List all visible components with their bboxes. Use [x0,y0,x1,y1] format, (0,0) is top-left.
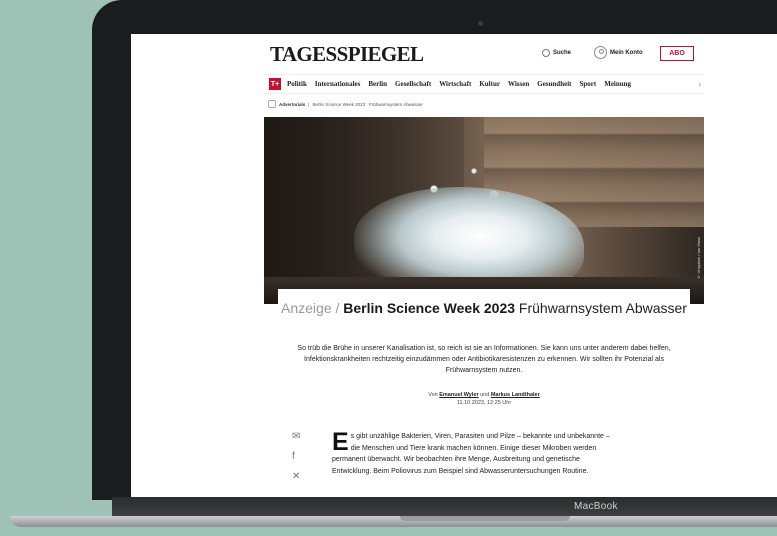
nav-item-politik[interactable]: Politik [287,80,307,88]
share-bar: ✉ f ✕ [292,432,304,492]
byline-and: und [480,392,490,398]
article-body: Es gibt unzählige Bakterien, Viren, Para… [332,428,618,477]
byline-prefix: Von [428,392,438,398]
article-card: Anzeige / Berlin Science Week 2023 Frühw… [278,289,690,497]
nav-item-berlin[interactable]: Berlin [368,80,387,88]
breadcrumb: Advertorials | Berlin Science Week 2023 … [268,100,423,108]
user-icon [594,46,607,59]
breadcrumb-section[interactable]: Advertorials [279,102,305,107]
nav-item-gesellschaft[interactable]: Gesellschaft [395,80,431,88]
camera-icon [478,21,483,26]
nav-item-gesundheit[interactable]: Gesundheit [537,80,571,88]
nav-item-sport[interactable]: Sport [579,80,596,88]
article-body-text: s gibt unzählige Bakterien, Viren, Paras… [332,433,610,475]
search-button[interactable]: Suche [542,49,571,57]
home-icon[interactable] [268,100,276,108]
macbook-label: MacBook [574,501,618,512]
facebook-icon[interactable]: f [292,452,304,462]
account-button[interactable]: Mein Konto [594,46,643,59]
laptop-base: MacBook [0,497,777,536]
nav-item-wissen[interactable]: Wissen [508,80,529,88]
author-link-1[interactable]: Emanuel Wyler [439,392,478,398]
site-header: TAGESSPIEGEL Suche Mein Konto ABO [264,34,704,70]
nav-item-wirtschaft[interactable]: Wirtschaft [439,80,471,88]
laptop-hinge: MacBook [112,497,777,516]
photo-credit: © Unsplash / Ian Wass [696,237,701,280]
browser-screen: TAGESSPIEGEL Suche Mein Konto ABO T+ Pol… [131,34,777,497]
kicker-title: Berlin Science Week 2023 [343,300,516,316]
mail-icon[interactable]: ✉ [292,432,304,442]
x-icon[interactable]: ✕ [292,472,304,482]
laptop-body [10,516,777,527]
breadcrumb-separator: | [308,101,310,107]
article-page: TAGESSPIEGEL Suche Mein Konto ABO T+ Pol… [264,34,704,497]
dropcap: E [332,428,349,456]
hero-image: © Unsplash / Ian Wass [264,117,704,304]
kicker-label: Anzeige / [281,300,340,316]
nav-item-kultur[interactable]: Kultur [479,80,500,88]
search-label: Suche [553,50,572,56]
byline: Von Emanuel Wyler und Markus Landthaler … [278,391,690,407]
nav-item-internationales[interactable]: Internationales [315,80,361,88]
article-headline: Anzeige / Berlin Science Week 2023 Frühw… [278,299,690,318]
abo-button[interactable]: ABO [660,46,694,61]
breadcrumb-page: Berlin Science Week 2023 : Frühwarnsyste… [312,101,423,107]
main-nav: T+ Politik Internationales Berlin Gesell… [264,74,704,94]
laptop-notch [400,516,570,521]
account-label: Mein Konto [610,49,643,56]
site-logo[interactable]: TAGESSPIEGEL [270,42,424,67]
search-icon [542,49,550,57]
article-date: 11.10.2023, 12:25 Uhr [456,400,512,406]
nav-item-meinung[interactable]: Meinung [604,80,631,88]
article-title: Frühwarnsystem Abwasser [518,300,687,316]
author-link-2[interactable]: Markus Landthaler [491,392,540,398]
tplus-badge[interactable]: T+ [269,78,281,90]
article-teaser: So trüb die Brühe in unserer Kanalisatio… [297,345,671,374]
chevron-right-icon[interactable]: › [682,75,704,93]
